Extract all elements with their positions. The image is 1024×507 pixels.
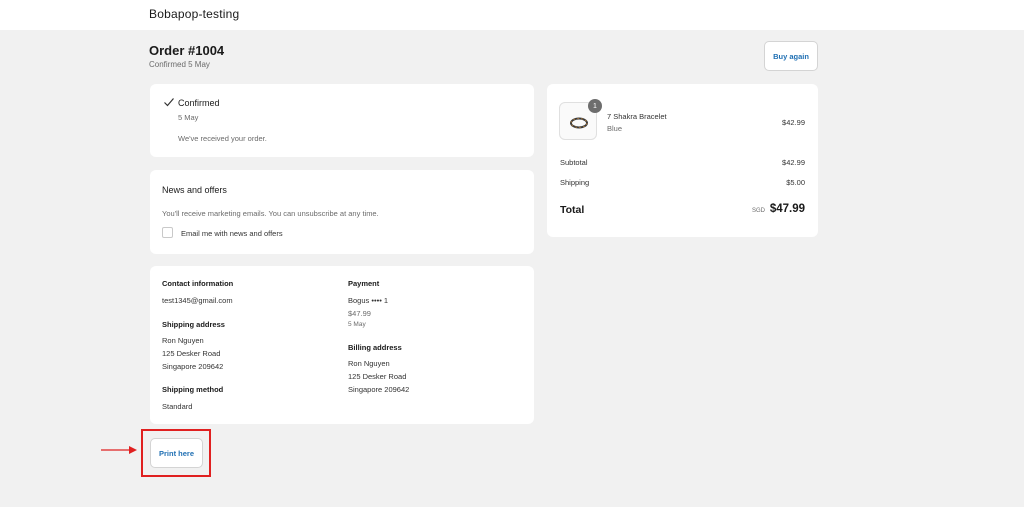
subtotal-label: Subtotal bbox=[560, 158, 588, 167]
shipping-method-heading: Shipping method bbox=[162, 385, 224, 394]
total-label: Total bbox=[560, 204, 585, 216]
news-description: You'll receive marketing emails. You can… bbox=[162, 209, 379, 218]
email-news-label[interactable]: Email me with news and offers bbox=[181, 229, 283, 238]
order-summary-card: 1 7 Shakra Bracelet Blue $42.99 Subtotal… bbox=[547, 84, 818, 237]
status-date: 5 May bbox=[178, 113, 199, 122]
billing-name: Ron Nguyen bbox=[348, 359, 390, 368]
payment-heading: Payment bbox=[348, 279, 380, 288]
shipping-name: Ron Nguyen bbox=[162, 336, 204, 345]
payment-amount: $47.99 bbox=[348, 309, 371, 318]
payment-date: 5 May bbox=[348, 321, 366, 328]
subtotal-value: $42.99 bbox=[782, 158, 805, 167]
item-price: $42.99 bbox=[782, 118, 805, 127]
item-variant: Blue bbox=[607, 124, 623, 133]
email-news-checkbox[interactable] bbox=[162, 227, 173, 238]
shipping-street: 125 Desker Road bbox=[162, 349, 221, 358]
shipping-value: $5.00 bbox=[786, 178, 805, 187]
billing-street: 125 Desker Road bbox=[348, 372, 407, 381]
shipping-address-heading: Shipping address bbox=[162, 320, 225, 329]
shipping-method-value: Standard bbox=[162, 402, 193, 411]
billing-city: Singapore 209642 bbox=[348, 385, 410, 394]
item-quantity-badge: 1 bbox=[588, 99, 602, 113]
total-currency: SGD bbox=[752, 208, 766, 214]
top-bar: Bobapop-testing bbox=[0, 0, 1024, 30]
order-details-card: Contact information test1345@gmail.com S… bbox=[150, 266, 534, 424]
buy-again-button[interactable]: Buy again bbox=[764, 41, 818, 71]
red-arrow-icon bbox=[101, 446, 137, 454]
order-title: Order #1004 bbox=[149, 43, 225, 58]
order-confirmed-date: Confirmed 5 May bbox=[149, 60, 210, 69]
checkmark-icon bbox=[164, 98, 174, 107]
news-offers-card: News and offers You'll receive marketing… bbox=[150, 170, 534, 254]
status-message: We've received your order. bbox=[178, 134, 267, 143]
payment-method: Bogus •••• 1 bbox=[348, 296, 389, 305]
news-title: News and offers bbox=[162, 185, 227, 195]
status-title: Confirmed bbox=[178, 98, 220, 108]
contact-heading: Contact information bbox=[162, 279, 234, 288]
print-button[interactable]: Print here bbox=[150, 438, 203, 468]
shipping-city: Singapore 209642 bbox=[162, 362, 224, 371]
shipping-label: Shipping bbox=[560, 178, 590, 187]
total-value: $47.99 bbox=[769, 203, 805, 215]
shop-name[interactable]: Bobapop-testing bbox=[149, 7, 239, 21]
contact-email: test1345@gmail.com bbox=[162, 296, 233, 305]
billing-address-heading: Billing address bbox=[348, 343, 402, 352]
order-status-card: Confirmed 5 May We've received your orde… bbox=[150, 84, 534, 157]
item-name: 7 Shakra Bracelet bbox=[607, 112, 667, 121]
